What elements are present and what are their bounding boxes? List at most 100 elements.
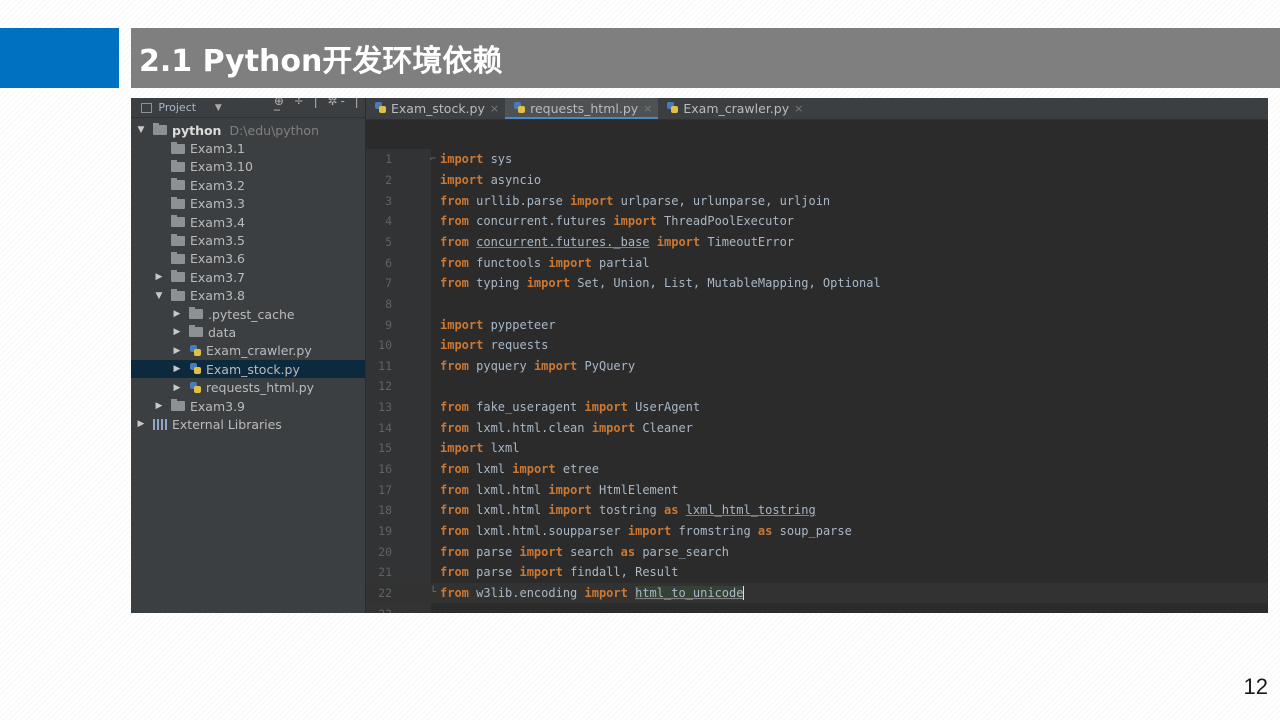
tree-folder-item[interactable]: Exam3.5 [131,231,365,249]
project-panel-label[interactable]: Project [158,101,214,114]
collapse-arrow-icon[interactable]: ▶ [153,272,165,282]
tab-label: Exam_crawler.py [683,100,790,116]
tree-item-label: Exam3.5 [190,233,246,249]
folder-icon [171,270,185,283]
code-line[interactable]: 5 from concurrent.futures._base import Ti… [366,232,1268,253]
code-line[interactable]: 19 from lxml.html.soupparser import froms… [366,521,1268,542]
tree-folder-item[interactable]: Exam3.4 [131,213,365,231]
line-number: 2 [385,172,392,187]
project-panel: Project ▼ ⊕ ÷ | ✲- |‾ ▼ python D:\edu\py… [131,98,366,613]
code-line[interactable]: 10 import requests [366,335,1268,356]
ide-screenshot: Project ▼ ⊕ ÷ | ✲- |‾ ▼ python D:\edu\py… [131,98,1268,613]
tab-label: requests_html.py [530,100,639,116]
code-line[interactable]: 14 from lxml.html.clean import Cleaner [366,417,1268,438]
collapse-arrow-icon[interactable]: ▶ [171,327,183,337]
tree-root[interactable]: ▼ python D:\edu\python [131,121,365,139]
code-line[interactable]: 21 from parse import findall, Result [366,562,1268,583]
collapse-arrow-icon[interactable]: ▶ [135,419,147,429]
code-line[interactable]: 22 └ from w3lib.encoding import html_to_un… [366,582,1268,604]
collapse-arrow-icon[interactable]: ▶ [171,364,183,374]
code-line[interactable]: 13 from fake_useragent import UserAgent [366,397,1268,418]
tree-file-item[interactable]: ▶ Exam_crawler.py [131,342,365,360]
slide-title: 2.1 Python开发环境依赖 [139,44,503,79]
python-file-icon [374,101,388,115]
folder-icon [171,141,185,154]
external-libraries-item[interactable]: ▶ External Libraries [131,415,365,433]
code-line[interactable]: 17 from lxml.html import HtmlElement [366,479,1268,500]
code-line[interactable]: 18 from lxml.html import tostring as lxml… [366,500,1268,521]
python-file-icon [189,362,203,376]
code-line[interactable]: 23 [366,603,1268,613]
tree-folder-item[interactable]: ▶ .pytest_cache [131,305,365,323]
editor-tab[interactable]: Exam_crawler.py × [658,98,809,119]
chevron-down-icon[interactable]: ▼ [215,103,222,113]
folder-icon [171,196,185,209]
tree-file-item[interactable]: ▶ Exam_stock.py [131,360,365,379]
code-line[interactable]: 11 from pyquery import PyQuery [366,356,1268,377]
code-line[interactable]: 20 from parse import search as parse_sear… [366,541,1268,562]
collapse-arrow-icon[interactable]: ▶ [171,309,183,319]
tree-folder-item[interactable]: ▶ Exam3.7 [131,268,365,286]
code-line[interactable]: 2 import asyncio [366,170,1268,191]
tree-folder-item[interactable]: ▼ Exam3.8 [131,287,365,305]
line-number: 15 [378,441,392,456]
close-icon[interactable]: × [643,102,652,115]
code-line[interactable]: 12 [366,376,1268,397]
line-number: 11 [378,358,392,373]
editor-tab[interactable]: requests_html.py × [505,98,659,119]
fold-marker-icon[interactable]: └ [426,587,440,598]
collapse-arrow-icon[interactable]: ▶ [171,346,183,356]
tree-item-label: Exam3.2 [190,177,246,193]
folder-icon [171,233,185,246]
code-text: import lxml [440,441,520,456]
expand-arrow-icon[interactable]: ▼ [153,291,165,301]
code-line[interactable]: 6 from functools import partial [366,252,1268,273]
close-icon[interactable]: × [794,102,803,115]
line-number: 3 [385,193,392,208]
code-line[interactable]: 8 [366,294,1268,315]
line-number: 4 [385,214,392,229]
tree-item-label: Exam3.3 [190,196,246,212]
python-file-icon [189,381,203,395]
collapse-arrow-icon[interactable]: ▶ [153,401,165,411]
code-text: import asyncio [440,172,542,187]
tree-folder-item[interactable]: ▶ Exam3.9 [131,397,365,415]
project-panel-header: Project ▼ ⊕ ÷ | ✲- |‾ [131,98,365,122]
tree-folder-item[interactable]: Exam3.10 [131,158,365,176]
line-number: 10 [378,338,392,353]
code-line[interactable]: 7 from typing import Set, Union, List, Mu… [366,273,1268,294]
fold-marker-icon[interactable]: ⌐ [426,154,440,165]
code-text: from fake_useragent import UserAgent [440,400,701,415]
panel-tools-icons[interactable]: ⊕ ÷ | ✲- |‾ [274,98,365,122]
editor-tab[interactable]: Exam_stock.py × [366,98,505,119]
collapse-arrow-icon[interactable]: ▶ [171,383,183,393]
line-number: 22 [378,585,392,600]
editor-tabs: Exam_stock.py × requests_html.py × Exam_craw… [366,98,1268,120]
tree-folder-item[interactable]: Exam3.2 [131,176,365,194]
tree-folder-item[interactable]: Exam3.6 [131,250,365,268]
tree-folder-item[interactable]: Exam3.1 [131,139,365,157]
line-number: 16 [378,462,392,477]
code-line[interactable]: 16 from lxml import etree [366,459,1268,480]
folder-icon [171,215,185,228]
tree-folder-item[interactable]: ▶ data [131,323,365,341]
code-area[interactable]: 1 ⌐ import sys 2 import asyncio 3 from urllib.… [366,149,1268,613]
code-line[interactable]: 4 from concurrent.futures import ThreadPo… [366,211,1268,232]
close-icon[interactable]: × [490,102,499,115]
code-text: from parse import findall, Result [440,565,679,580]
tree-item-label: .pytest_cache [208,306,295,322]
code-line[interactable]: 15 import lxml [366,438,1268,459]
code-line[interactable]: 1 ⌐ import sys [366,149,1268,170]
tree-item-label: Exam_stock.py [206,361,300,377]
tree-folder-item[interactable]: Exam3.3 [131,195,365,213]
code-line[interactable]: 9 import pyppeteer [366,314,1268,335]
root-folder-path: D:\edu\python [229,122,320,138]
folder-icon [171,399,185,412]
tree-file-item[interactable]: ▶ requests_html.py [131,378,365,396]
line-number: 6 [385,255,392,270]
code-line[interactable]: 3 from urllib.parse import urlparse, urlu… [366,190,1268,211]
line-number: 8 [385,296,392,311]
library-icon [153,418,167,430]
folder-icon [171,159,185,172]
expand-arrow-icon[interactable]: ▼ [135,125,147,135]
